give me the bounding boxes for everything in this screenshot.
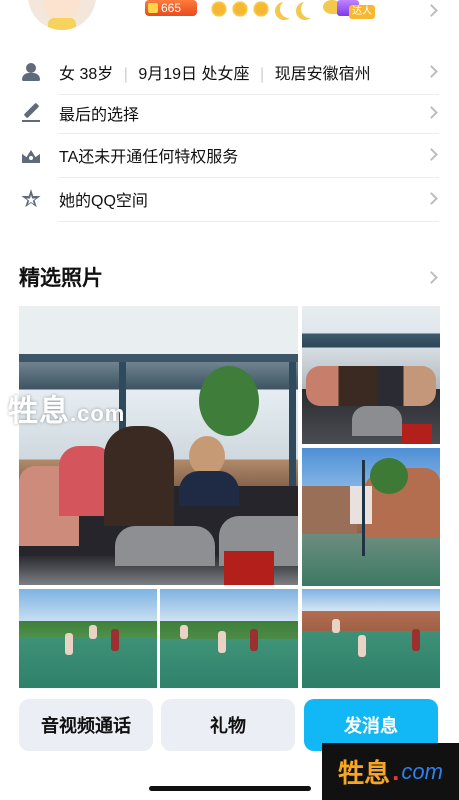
moon-icon [301, 0, 319, 18]
gift-button[interactable]: 礼物 [161, 699, 295, 751]
level-value: 665 [161, 1, 182, 15]
watermark-text: 牲息 [8, 395, 70, 428]
corner-watermark-suffix: com [401, 758, 443, 784]
crown-icon [148, 3, 158, 13]
chevron-right-icon [425, 192, 438, 205]
divider [58, 177, 439, 178]
profile-header-strip[interactable]: 665 达人 [0, 0, 459, 36]
talent-badge[interactable]: 达人 [323, 0, 377, 20]
photo-3[interactable] [302, 448, 440, 586]
info-row-qzone[interactable]: 她的QQ空间 [0, 179, 459, 219]
photo-5[interactable] [160, 589, 298, 689]
avatar[interactable] [28, 0, 96, 30]
photo-6[interactable] [302, 589, 440, 689]
chevron-right-icon [425, 65, 438, 78]
sun-icon [210, 0, 228, 18]
qzone-link: 她的QQ空间 [59, 193, 148, 210]
avatar-collar [48, 18, 76, 30]
profile-summary: 女 38岁 | 9月19日 处女座 | 现居安徽宿州 [59, 60, 371, 84]
privilege-text: TA还未开通任何特权服务 [59, 149, 239, 166]
crown-icon [21, 145, 41, 165]
person-icon [21, 62, 41, 82]
separator: | [123, 66, 128, 83]
level-badge: 665 [145, 0, 197, 16]
birthday: 9月19日 [138, 66, 198, 83]
corner-watermark-text: 牲息 [338, 758, 391, 788]
sun-icon [252, 0, 270, 18]
avatar-face [44, 0, 80, 20]
divider [58, 221, 439, 222]
info-row-signature[interactable]: 最后的选择 [0, 93, 459, 133]
separator: | [259, 66, 265, 83]
info-row-profile[interactable]: 女 38岁 | 9月19日 处女座 | 现居安徽宿州 [0, 52, 459, 92]
watermark: 牲息.com [8, 386, 125, 430]
info-row-privilege[interactable]: TA还未开通任何特权服务 [0, 135, 459, 175]
photo-2[interactable] [302, 306, 440, 444]
chevron-right-icon [425, 4, 438, 17]
divider [58, 133, 439, 134]
watermark-suffix: .com [70, 401, 126, 426]
chevron-right-icon [425, 106, 438, 119]
corner-watermark-dot: . [392, 756, 400, 786]
age: 38岁 [79, 66, 114, 83]
photos-section-title[interactable]: 精选照片 [19, 262, 103, 292]
zodiac: 处女座 [201, 66, 250, 83]
sun-icon [231, 0, 249, 18]
location: 现居安徽宿州 [274, 66, 371, 83]
star-icon [21, 189, 41, 209]
moon-icon [280, 0, 298, 18]
signature-text: 最后的选择 [59, 107, 140, 124]
photo-1[interactable] [19, 306, 298, 585]
home-indicator[interactable] [149, 786, 311, 791]
photo-4[interactable] [19, 589, 157, 689]
badge-label: 达人 [349, 5, 375, 19]
corner-watermark: 牲息 . com [322, 743, 459, 800]
video-call-button[interactable]: 音视频通话 [19, 699, 153, 751]
pen-icon [21, 102, 41, 123]
chevron-right-icon [425, 148, 438, 161]
chevron-right-icon[interactable] [425, 271, 438, 284]
gender: 女 [59, 66, 76, 83]
